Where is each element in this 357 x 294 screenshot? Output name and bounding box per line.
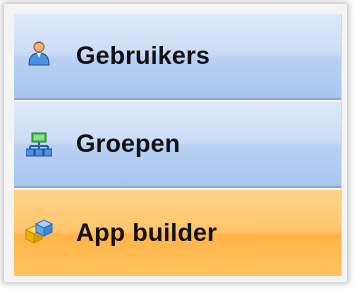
menu-item-app-builder[interactable]: App builder (14, 190, 341, 276)
menu-item-label: Groepen (76, 129, 181, 158)
menu-item-label: App builder (76, 218, 218, 247)
menu-item-groepen[interactable]: Groepen (14, 102, 341, 188)
user-icon (28, 41, 50, 66)
menu-item-label: Gebruikers (76, 41, 211, 70)
menu-panel: Gebruikers Groepen App builder (4, 4, 347, 282)
app-builder-blocks-icon (24, 219, 54, 244)
navigation-menu: Gebruikers Groepen App builder (14, 14, 342, 276)
menu-item-gebruikers[interactable]: Gebruikers (14, 14, 341, 100)
group-network-icon (26, 132, 52, 157)
